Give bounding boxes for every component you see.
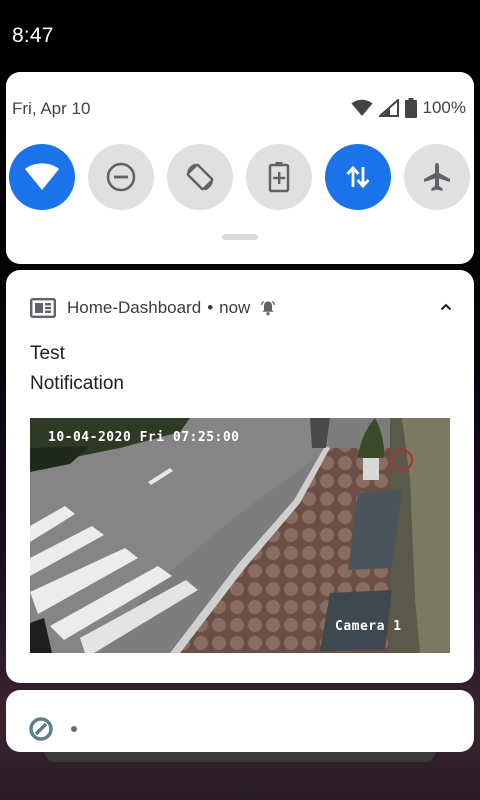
street-scene xyxy=(30,418,450,653)
notification-app-name: Home-Dashboard xyxy=(67,298,202,317)
notification-header: Home-Dashboard • now xyxy=(30,296,454,320)
notification-card[interactable]: Home-Dashboard • now Test Notification 1… xyxy=(6,270,474,683)
battery-icon xyxy=(404,98,417,118)
dashboard-app-icon xyxy=(30,298,56,318)
tile-do-not-disturb[interactable] xyxy=(88,144,154,210)
tile-battery-saver[interactable] xyxy=(246,144,312,210)
wifi-icon xyxy=(25,163,59,190)
app-logo-icon xyxy=(29,717,53,741)
alert-bell-icon xyxy=(261,300,276,316)
status-time: 8:47 xyxy=(12,24,54,47)
qs-status-icons[interactable]: 100% xyxy=(351,96,466,120)
tile-mobile-data[interactable] xyxy=(325,144,391,210)
notification-2-dot xyxy=(71,726,77,732)
mobile-data-icon xyxy=(346,165,370,189)
tile-wifi[interactable] xyxy=(9,144,75,210)
status-bar: 8:47 xyxy=(0,0,480,72)
wifi-status-icon xyxy=(351,99,373,116)
qs-drag-handle[interactable] xyxy=(222,234,258,240)
notification-separator: • xyxy=(207,298,214,317)
signal-icon xyxy=(378,99,399,117)
camera-label: Camera 1 xyxy=(335,619,402,634)
quick-settings-panel[interactable]: Fri, Apr 10 100% xyxy=(6,72,474,264)
battery-percent: 100% xyxy=(422,98,466,117)
camera-snapshot[interactable]: 10-04-2020 Fri 07:25:00 Camera 1 xyxy=(30,418,450,653)
qs-date[interactable]: Fri, Apr 10 xyxy=(12,99,90,119)
notification-time: now xyxy=(219,298,251,317)
camera-timestamp: 10-04-2020 Fri 07:25:00 xyxy=(48,430,240,445)
airplane-icon xyxy=(424,163,450,191)
notification-card-2[interactable] xyxy=(6,690,474,752)
qs-tiles xyxy=(9,144,471,210)
notification-text: Notification xyxy=(30,373,124,394)
auto-rotate-icon xyxy=(186,163,214,191)
notification-title: Test xyxy=(30,343,65,364)
collapse-chevron-icon[interactable] xyxy=(438,299,454,315)
tile-auto-rotate[interactable] xyxy=(167,144,233,210)
tile-airplane-mode[interactable] xyxy=(404,144,470,210)
do-not-disturb-icon xyxy=(106,162,136,192)
battery-saver-icon xyxy=(268,162,290,193)
